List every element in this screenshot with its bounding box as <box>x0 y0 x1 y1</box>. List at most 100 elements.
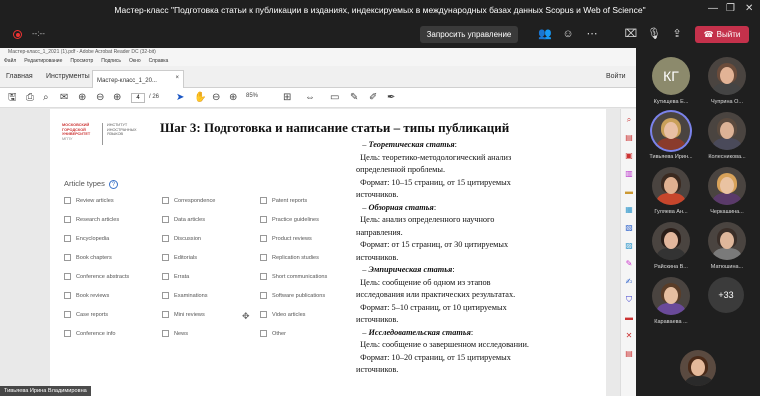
checkbox-icon[interactable] <box>162 235 169 242</box>
page-number-input[interactable]: 4 <box>131 93 145 103</box>
menu-sign[interactable]: Подпись <box>101 57 121 66</box>
checkbox-icon[interactable] <box>260 197 267 204</box>
participant-tile[interactable] <box>708 167 746 205</box>
menu-file[interactable]: Файл <box>4 57 16 66</box>
redact-icon[interactable]: ▬ <box>624 313 634 322</box>
article-type-checkbox[interactable]: Video articles <box>260 311 305 318</box>
sign-icon[interactable]: ✒ <box>387 92 395 104</box>
share-icon[interactable]: ⇪ <box>670 27 684 41</box>
create-pdf-icon[interactable]: ▣ <box>624 151 634 160</box>
checkbox-icon[interactable] <box>162 273 169 280</box>
checkbox-icon[interactable] <box>162 292 169 299</box>
page-down-icon[interactable]: ⊕ <box>113 92 121 104</box>
tab-home[interactable]: Главная <box>6 73 33 80</box>
participant-tile[interactable] <box>652 112 690 150</box>
participant-tile[interactable] <box>652 277 690 315</box>
search-icon[interactable]: ⌕ <box>43 92 49 104</box>
participant-tile[interactable] <box>708 112 746 150</box>
checkbox-icon[interactable] <box>162 311 169 318</box>
checkbox-icon[interactable] <box>162 216 169 223</box>
scroll-mode-icon[interactable]: ⇔ <box>305 92 315 104</box>
article-type-checkbox[interactable]: Data articles <box>162 216 205 223</box>
maximize-icon[interactable]: ❐ <box>726 3 735 14</box>
tab-document[interactable]: Мастер-класс_1_20... × <box>92 70 184 88</box>
people-icon[interactable]: 👥 <box>538 27 552 41</box>
checkbox-icon[interactable] <box>260 273 267 280</box>
checkbox-icon[interactable] <box>162 254 169 261</box>
menu-edit[interactable]: Редактирование <box>24 57 62 66</box>
checkbox-icon[interactable] <box>64 311 71 318</box>
zoom-in-icon[interactable]: ⊕ <box>229 92 237 104</box>
page-up-icon[interactable]: ⊖ <box>96 92 104 104</box>
menu-window[interactable]: Окно <box>129 57 141 66</box>
article-type-checkbox[interactable]: Case reports <box>64 311 108 318</box>
article-type-checkbox[interactable]: Replication studies <box>260 254 319 261</box>
checkbox-icon[interactable] <box>260 330 267 337</box>
article-type-checkbox[interactable]: Software publications <box>260 292 325 299</box>
participant-tile[interactable] <box>708 222 746 260</box>
combine-icon[interactable]: ▦ <box>624 205 634 214</box>
participant-tile[interactable] <box>652 222 690 260</box>
more-participants-button[interactable]: +33 <box>708 277 744 313</box>
reactions-icon[interactable]: ☺ <box>561 27 575 41</box>
signin-link[interactable]: Войти <box>606 73 626 80</box>
checkbox-icon[interactable] <box>64 235 71 242</box>
participant-tile[interactable] <box>708 57 746 95</box>
checkbox-icon[interactable] <box>162 197 169 204</box>
zoom-out-icon[interactable]: ⊖ <box>212 92 220 104</box>
compress-icon[interactable]: ▨ <box>624 241 634 250</box>
hand-icon[interactable]: ✋ <box>194 92 206 104</box>
scrollbar[interactable] <box>606 109 618 396</box>
email-icon[interactable]: ✉ <box>60 92 68 104</box>
protect-icon[interactable]: ⛉ <box>624 295 634 304</box>
export-pdf-icon[interactable]: ▤ <box>624 133 634 142</box>
checkbox-icon[interactable] <box>260 254 267 261</box>
article-type-checkbox[interactable]: Review articles <box>64 197 114 204</box>
article-type-checkbox[interactable]: Book reviews <box>64 292 109 299</box>
article-type-checkbox[interactable]: Examinations <box>162 292 208 299</box>
draw-icon[interactable]: ✐ <box>369 92 377 104</box>
article-type-checkbox[interactable]: Correspondence <box>162 197 215 204</box>
find-icon[interactable]: ⊕ <box>78 92 86 104</box>
article-type-checkbox[interactable]: Short communications <box>260 273 327 280</box>
comment-tool-icon[interactable]: ▬ <box>624 187 634 196</box>
prepare-form-icon[interactable]: ▤ <box>624 349 634 358</box>
checkbox-icon[interactable] <box>260 216 267 223</box>
article-type-checkbox[interactable]: Patent reports <box>260 197 307 204</box>
checkbox-icon[interactable] <box>64 254 71 261</box>
checkbox-icon[interactable] <box>260 235 267 242</box>
fit-page-icon[interactable]: ⊞ <box>283 92 291 104</box>
article-type-checkbox[interactable]: Encyclopedia <box>64 235 109 242</box>
checkbox-icon[interactable] <box>64 273 71 280</box>
menu-view[interactable]: Просмотр <box>70 57 93 66</box>
edit-pdf-icon[interactable]: ▥ <box>624 169 634 178</box>
article-type-checkbox[interactable]: Mini reviews <box>162 311 205 318</box>
article-type-checkbox[interactable]: Research articles <box>64 216 119 223</box>
participant-tile[interactable]: КГ <box>652 57 690 95</box>
checkbox-icon[interactable] <box>260 292 267 299</box>
self-video-tile[interactable] <box>680 350 716 386</box>
checkbox-icon[interactable] <box>64 216 71 223</box>
comment-icon[interactable]: ▭ <box>330 92 339 104</box>
leave-button[interactable]: ☎ Выйти <box>695 26 749 43</box>
checkbox-icon[interactable] <box>64 330 71 337</box>
article-type-checkbox[interactable]: Conference abstracts <box>64 273 129 280</box>
article-type-checkbox[interactable]: News <box>162 330 188 337</box>
article-type-checkbox[interactable]: Book chapters <box>64 254 112 261</box>
pen-icon[interactable]: ✎ <box>350 92 358 104</box>
article-type-checkbox[interactable]: Errata <box>162 273 189 280</box>
article-type-checkbox[interactable]: Other <box>260 330 286 337</box>
mic-off-icon[interactable]: 🎙 <box>647 27 661 41</box>
save-icon[interactable]: 🖫 <box>8 92 17 104</box>
minimize-icon[interactable]: — <box>708 3 718 14</box>
checkbox-icon[interactable] <box>162 330 169 337</box>
article-type-checkbox[interactable]: Conference info <box>64 330 116 337</box>
zoom-select[interactable]: 85% <box>246 93 258 99</box>
article-type-checkbox[interactable]: Editorials <box>162 254 197 261</box>
print-icon[interactable]: ⎙ <box>26 92 34 104</box>
tab-tools[interactable]: Инструменты <box>46 73 90 80</box>
search-tool-icon[interactable]: ⌕ <box>624 115 634 124</box>
organize-icon[interactable]: ▧ <box>624 223 634 232</box>
checkbox-icon[interactable] <box>64 292 71 299</box>
menu-help[interactable]: Справка <box>149 57 169 66</box>
